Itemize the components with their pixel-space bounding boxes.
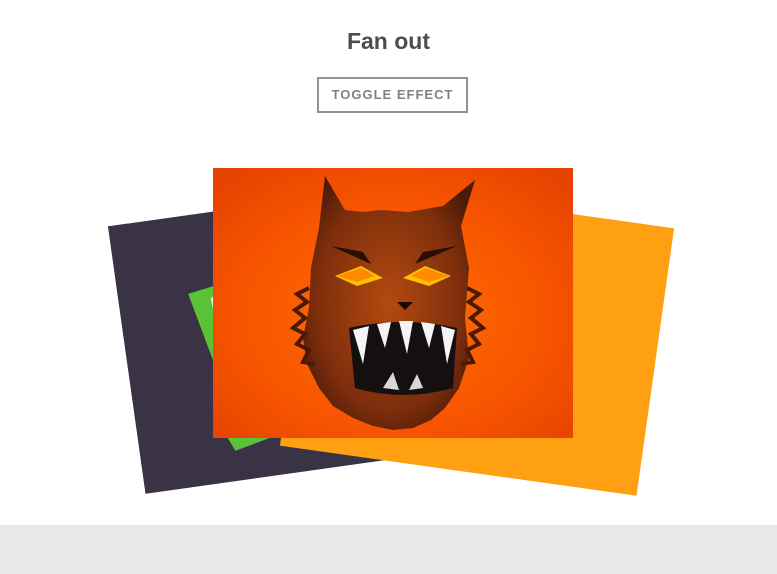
stack-card-center[interactable]: [213, 168, 573, 438]
image-stack[interactable]: [0, 0, 777, 525]
footer-band: [0, 525, 777, 574]
werewolf-icon: [213, 168, 573, 438]
